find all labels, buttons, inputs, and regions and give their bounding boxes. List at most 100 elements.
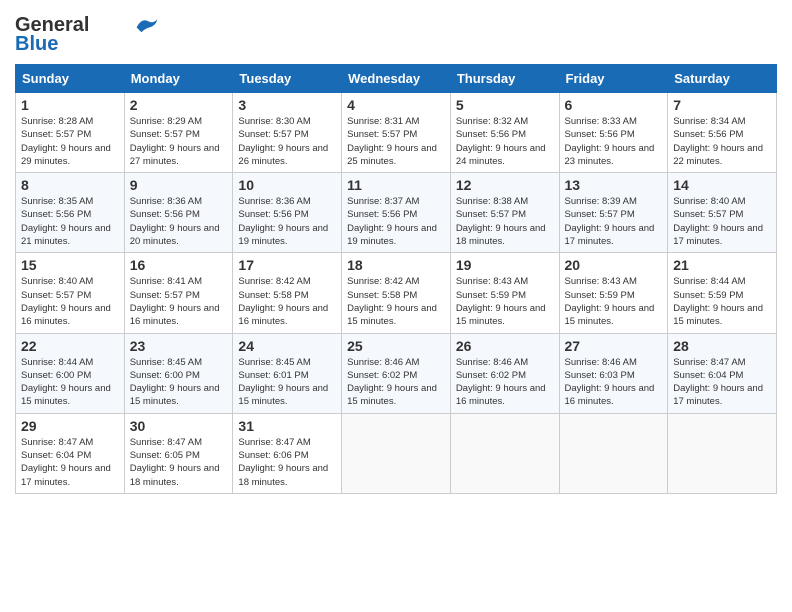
calendar-cell: 29 Sunrise: 8:47 AMSunset: 6:04 PMDaylig… bbox=[16, 413, 125, 493]
calendar-cell: 22 Sunrise: 8:44 AMSunset: 6:00 PMDaylig… bbox=[16, 333, 125, 413]
calendar-cell: 27 Sunrise: 8:46 AMSunset: 6:03 PMDaylig… bbox=[559, 333, 668, 413]
day-info: Sunrise: 8:35 AMSunset: 5:56 PMDaylight:… bbox=[21, 195, 119, 248]
day-number: 15 bbox=[21, 257, 119, 273]
weekday-header-row: SundayMondayTuesdayWednesdayThursdayFrid… bbox=[16, 65, 777, 93]
day-number: 13 bbox=[565, 177, 663, 193]
calendar-cell bbox=[450, 413, 559, 493]
day-number: 26 bbox=[456, 338, 554, 354]
weekday-header-monday: Monday bbox=[124, 65, 233, 93]
calendar-cell: 12 Sunrise: 8:38 AMSunset: 5:57 PMDaylig… bbox=[450, 173, 559, 253]
day-number: 17 bbox=[238, 257, 336, 273]
calendar-cell: 4 Sunrise: 8:31 AMSunset: 5:57 PMDayligh… bbox=[342, 93, 451, 173]
day-number: 9 bbox=[130, 177, 228, 193]
day-info: Sunrise: 8:41 AMSunset: 5:57 PMDaylight:… bbox=[130, 275, 228, 328]
day-number: 7 bbox=[673, 97, 771, 113]
day-number: 3 bbox=[238, 97, 336, 113]
day-number: 27 bbox=[565, 338, 663, 354]
calendar-week-1: 1 Sunrise: 8:28 AMSunset: 5:57 PMDayligh… bbox=[16, 93, 777, 173]
calendar-cell bbox=[668, 413, 777, 493]
day-info: Sunrise: 8:47 AMSunset: 6:04 PMDaylight:… bbox=[673, 356, 771, 409]
calendar-cell: 3 Sunrise: 8:30 AMSunset: 5:57 PMDayligh… bbox=[233, 93, 342, 173]
calendar-week-3: 15 Sunrise: 8:40 AMSunset: 5:57 PMDaylig… bbox=[16, 253, 777, 333]
calendar-cell: 9 Sunrise: 8:36 AMSunset: 5:56 PMDayligh… bbox=[124, 173, 233, 253]
day-number: 8 bbox=[21, 177, 119, 193]
calendar-cell: 11 Sunrise: 8:37 AMSunset: 5:56 PMDaylig… bbox=[342, 173, 451, 253]
day-info: Sunrise: 8:46 AMSunset: 6:02 PMDaylight:… bbox=[347, 356, 445, 409]
day-info: Sunrise: 8:40 AMSunset: 5:57 PMDaylight:… bbox=[21, 275, 119, 328]
calendar-cell: 5 Sunrise: 8:32 AMSunset: 5:56 PMDayligh… bbox=[450, 93, 559, 173]
day-number: 28 bbox=[673, 338, 771, 354]
day-info: Sunrise: 8:40 AMSunset: 5:57 PMDaylight:… bbox=[673, 195, 771, 248]
calendar-cell: 8 Sunrise: 8:35 AMSunset: 5:56 PMDayligh… bbox=[16, 173, 125, 253]
day-info: Sunrise: 8:44 AMSunset: 6:00 PMDaylight:… bbox=[21, 356, 119, 409]
day-number: 5 bbox=[456, 97, 554, 113]
day-info: Sunrise: 8:45 AMSunset: 6:00 PMDaylight:… bbox=[130, 356, 228, 409]
day-info: Sunrise: 8:47 AMSunset: 6:06 PMDaylight:… bbox=[238, 436, 336, 489]
calendar-cell bbox=[342, 413, 451, 493]
day-info: Sunrise: 8:33 AMSunset: 5:56 PMDaylight:… bbox=[565, 115, 663, 168]
day-info: Sunrise: 8:47 AMSunset: 6:05 PMDaylight:… bbox=[130, 436, 228, 489]
day-info: Sunrise: 8:46 AMSunset: 6:03 PMDaylight:… bbox=[565, 356, 663, 409]
calendar-cell bbox=[559, 413, 668, 493]
calendar-cell: 14 Sunrise: 8:40 AMSunset: 5:57 PMDaylig… bbox=[668, 173, 777, 253]
weekday-header-wednesday: Wednesday bbox=[342, 65, 451, 93]
calendar-cell: 23 Sunrise: 8:45 AMSunset: 6:00 PMDaylig… bbox=[124, 333, 233, 413]
day-info: Sunrise: 8:42 AMSunset: 5:58 PMDaylight:… bbox=[347, 275, 445, 328]
day-number: 29 bbox=[21, 418, 119, 434]
day-info: Sunrise: 8:42 AMSunset: 5:58 PMDaylight:… bbox=[238, 275, 336, 328]
day-number: 25 bbox=[347, 338, 445, 354]
day-info: Sunrise: 8:44 AMSunset: 5:59 PMDaylight:… bbox=[673, 275, 771, 328]
day-number: 21 bbox=[673, 257, 771, 273]
calendar-cell: 21 Sunrise: 8:44 AMSunset: 5:59 PMDaylig… bbox=[668, 253, 777, 333]
day-info: Sunrise: 8:39 AMSunset: 5:57 PMDaylight:… bbox=[565, 195, 663, 248]
day-info: Sunrise: 8:37 AMSunset: 5:56 PMDaylight:… bbox=[347, 195, 445, 248]
day-number: 22 bbox=[21, 338, 119, 354]
day-number: 1 bbox=[21, 97, 119, 113]
calendar-cell: 2 Sunrise: 8:29 AMSunset: 5:57 PMDayligh… bbox=[124, 93, 233, 173]
day-number: 16 bbox=[130, 257, 228, 273]
weekday-header-sunday: Sunday bbox=[16, 65, 125, 93]
weekday-header-thursday: Thursday bbox=[450, 65, 559, 93]
day-number: 30 bbox=[130, 418, 228, 434]
calendar-cell: 30 Sunrise: 8:47 AMSunset: 6:05 PMDaylig… bbox=[124, 413, 233, 493]
logo-bird-icon bbox=[135, 16, 159, 34]
day-info: Sunrise: 8:46 AMSunset: 6:02 PMDaylight:… bbox=[456, 356, 554, 409]
calendar-week-2: 8 Sunrise: 8:35 AMSunset: 5:56 PMDayligh… bbox=[16, 173, 777, 253]
calendar-cell: 19 Sunrise: 8:43 AMSunset: 5:59 PMDaylig… bbox=[450, 253, 559, 333]
day-info: Sunrise: 8:28 AMSunset: 5:57 PMDaylight:… bbox=[21, 115, 119, 168]
logo-blue: Blue bbox=[15, 33, 58, 56]
day-info: Sunrise: 8:38 AMSunset: 5:57 PMDaylight:… bbox=[456, 195, 554, 248]
day-number: 10 bbox=[238, 177, 336, 193]
calendar-cell: 6 Sunrise: 8:33 AMSunset: 5:56 PMDayligh… bbox=[559, 93, 668, 173]
weekday-header-friday: Friday bbox=[559, 65, 668, 93]
weekday-header-tuesday: Tuesday bbox=[233, 65, 342, 93]
calendar-cell: 28 Sunrise: 8:47 AMSunset: 6:04 PMDaylig… bbox=[668, 333, 777, 413]
day-number: 4 bbox=[347, 97, 445, 113]
calendar-cell: 15 Sunrise: 8:40 AMSunset: 5:57 PMDaylig… bbox=[16, 253, 125, 333]
day-number: 31 bbox=[238, 418, 336, 434]
calendar-cell: 25 Sunrise: 8:46 AMSunset: 6:02 PMDaylig… bbox=[342, 333, 451, 413]
day-info: Sunrise: 8:43 AMSunset: 5:59 PMDaylight:… bbox=[456, 275, 554, 328]
calendar-cell: 24 Sunrise: 8:45 AMSunset: 6:01 PMDaylig… bbox=[233, 333, 342, 413]
calendar-week-5: 29 Sunrise: 8:47 AMSunset: 6:04 PMDaylig… bbox=[16, 413, 777, 493]
day-info: Sunrise: 8:45 AMSunset: 6:01 PMDaylight:… bbox=[238, 356, 336, 409]
day-number: 19 bbox=[456, 257, 554, 273]
calendar-cell: 13 Sunrise: 8:39 AMSunset: 5:57 PMDaylig… bbox=[559, 173, 668, 253]
calendar-cell: 18 Sunrise: 8:42 AMSunset: 5:58 PMDaylig… bbox=[342, 253, 451, 333]
day-info: Sunrise: 8:31 AMSunset: 5:57 PMDaylight:… bbox=[347, 115, 445, 168]
weekday-header-saturday: Saturday bbox=[668, 65, 777, 93]
calendar-week-4: 22 Sunrise: 8:44 AMSunset: 6:00 PMDaylig… bbox=[16, 333, 777, 413]
day-info: Sunrise: 8:32 AMSunset: 5:56 PMDaylight:… bbox=[456, 115, 554, 168]
day-number: 24 bbox=[238, 338, 336, 354]
calendar-table: SundayMondayTuesdayWednesdayThursdayFrid… bbox=[15, 64, 777, 494]
calendar-cell: 1 Sunrise: 8:28 AMSunset: 5:57 PMDayligh… bbox=[16, 93, 125, 173]
day-info: Sunrise: 8:36 AMSunset: 5:56 PMDaylight:… bbox=[130, 195, 228, 248]
calendar-cell: 7 Sunrise: 8:34 AMSunset: 5:56 PMDayligh… bbox=[668, 93, 777, 173]
day-number: 18 bbox=[347, 257, 445, 273]
day-number: 23 bbox=[130, 338, 228, 354]
day-info: Sunrise: 8:43 AMSunset: 5:59 PMDaylight:… bbox=[565, 275, 663, 328]
day-info: Sunrise: 8:34 AMSunset: 5:56 PMDaylight:… bbox=[673, 115, 771, 168]
day-number: 20 bbox=[565, 257, 663, 273]
day-number: 14 bbox=[673, 177, 771, 193]
day-number: 11 bbox=[347, 177, 445, 193]
